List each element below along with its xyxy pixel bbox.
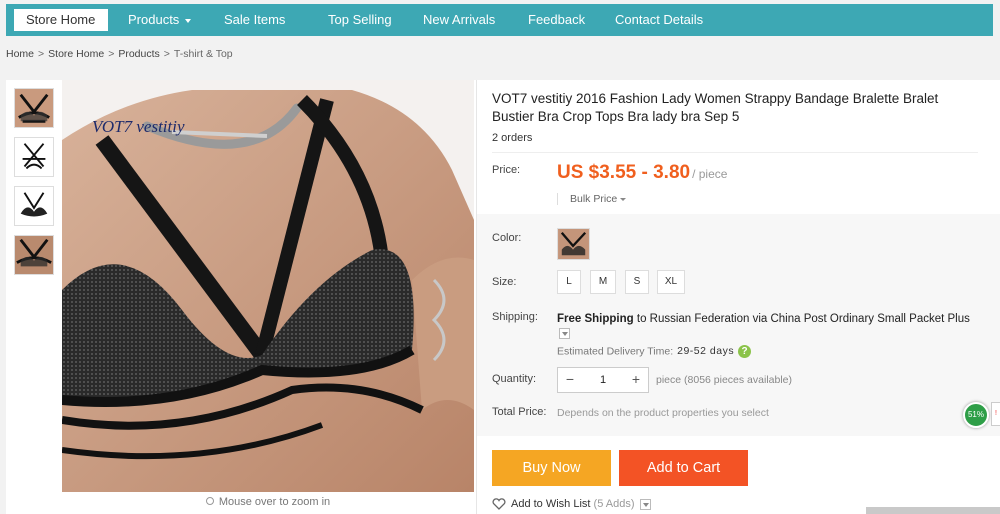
help-icon[interactable]: ?: [738, 345, 752, 358]
store-nav-bar: Store Home Products Sale Items Top Selli…: [6, 4, 993, 36]
zoom-hint: Mouse over to zoom in: [62, 496, 474, 508]
nav-contact-details[interactable]: Contact Details: [615, 4, 703, 36]
quantity-input[interactable]: 1: [584, 368, 622, 392]
bulk-price-toggle[interactable]: Bulk Price: [557, 193, 627, 205]
breadcrumb-store-home[interactable]: Store Home: [48, 48, 104, 60]
size-option-l[interactable]: L: [557, 270, 581, 294]
add-to-cart-button[interactable]: Add to Cart: [619, 450, 748, 486]
increase-quantity-button[interactable]: +: [626, 368, 646, 392]
nav-top-selling[interactable]: Top Selling: [328, 4, 392, 36]
price-label: Price:: [492, 164, 521, 176]
bulk-price-label: Bulk Price: [570, 193, 618, 205]
nav-products[interactable]: Products: [128, 4, 192, 36]
breadcrumb-home[interactable]: Home: [6, 48, 34, 60]
wishlist-count: (5 Adds): [593, 498, 635, 510]
product-info: VOT7 vestitiy 2016 Fashion Lady Women St…: [476, 80, 1000, 514]
buy-now-button[interactable]: Buy Now: [492, 450, 611, 486]
thumbnail-2[interactable]: [14, 137, 54, 177]
side-panel-tab[interactable]: !: [991, 402, 1000, 426]
nav-products-label: Products: [128, 12, 180, 27]
magnifier-icon: [205, 497, 214, 505]
shipping-options-dropdown-icon[interactable]: [559, 328, 570, 340]
shipping-info: Free Shipping to Russian Federation via …: [557, 312, 977, 342]
speed-badge[interactable]: 51%: [963, 402, 989, 428]
quantity-stepper: − 1 +: [557, 367, 649, 393]
stock-availability: piece (8056 pieces available): [656, 374, 793, 386]
breadcrumb-separator: >: [163, 48, 170, 60]
wishlist-label: Add to Wish List: [511, 498, 591, 510]
breadcrumb-separator: >: [38, 48, 45, 60]
order-count[interactable]: 2 orders: [492, 132, 532, 144]
free-shipping: Free Shipping: [557, 313, 634, 325]
thumbnail-list: [14, 88, 56, 284]
nav-feedback[interactable]: Feedback: [528, 4, 585, 36]
shipping-label: Shipping:: [492, 311, 538, 323]
thumbnail-1[interactable]: [14, 88, 54, 128]
zoom-hint-text: Mouse over to zoom in: [218, 496, 331, 508]
nav-store-home[interactable]: Store Home: [14, 9, 108, 31]
size-option-xl[interactable]: XL: [657, 270, 685, 294]
color-option-1[interactable]: [557, 228, 590, 260]
chevron-down-icon: [185, 18, 192, 23]
main-product-image[interactable]: VOT7 vestitiy: [62, 80, 474, 492]
total-price-label: Total Price:: [492, 406, 547, 418]
product-title: VOT7 vestitiy 2016 Fashion Lady Women St…: [492, 91, 939, 124]
add-to-wishlist[interactable]: Add to Wish List (5 Adds): [492, 498, 651, 511]
nav-sale-items[interactable]: Sale Items: [224, 4, 285, 36]
size-option-m[interactable]: M: [590, 270, 616, 294]
delivery-label: Estimated Delivery Time:: [557, 345, 674, 358]
product-panel: VOT7 vestitiy Mouse over to zoom in VOT7…: [6, 80, 1000, 514]
wishlist-dropdown-icon[interactable]: [639, 498, 651, 510]
price-amount: US $3.55 - 3.80: [557, 162, 691, 183]
breadcrumb-category[interactable]: T-shirt & Top: [174, 48, 233, 60]
thumbnail-4[interactable]: [14, 235, 54, 275]
total-price-note: Depends on the product properties you se…: [557, 407, 769, 419]
decrease-quantity-button[interactable]: −: [560, 368, 580, 392]
price-value: US $3.55 - 3.80/ piece: [557, 162, 727, 184]
delivery-days: 29-52 days: [677, 345, 735, 358]
size-label: Size:: [492, 276, 517, 288]
chevron-down-icon: [620, 197, 627, 201]
quantity-label: Quantity:: [492, 373, 537, 385]
divider: [492, 152, 978, 153]
thumbnail-3[interactable]: [14, 186, 54, 226]
size-option-s[interactable]: S: [625, 270, 649, 294]
heart-icon: [492, 498, 506, 511]
price-unit: / piece: [692, 167, 728, 181]
breadcrumb-products[interactable]: Products: [118, 48, 159, 60]
shipping-details: to Russian Federation via China Post Ord…: [636, 313, 970, 325]
breadcrumb-separator: >: [108, 48, 115, 60]
nav-new-arrivals[interactable]: New Arrivals: [423, 4, 495, 36]
color-label: Color:: [492, 232, 522, 244]
product-photo: VOT7 vestitiy: [62, 80, 474, 492]
bottom-bar-edge: [866, 507, 1000, 514]
delivery-estimate: Estimated Delivery Time: 29-52 days?: [557, 345, 752, 358]
breadcrumb: Home > Store Home > Products > T-shirt & Top: [6, 48, 233, 60]
image-watermark: VOT7 vestitiy: [92, 117, 185, 136]
